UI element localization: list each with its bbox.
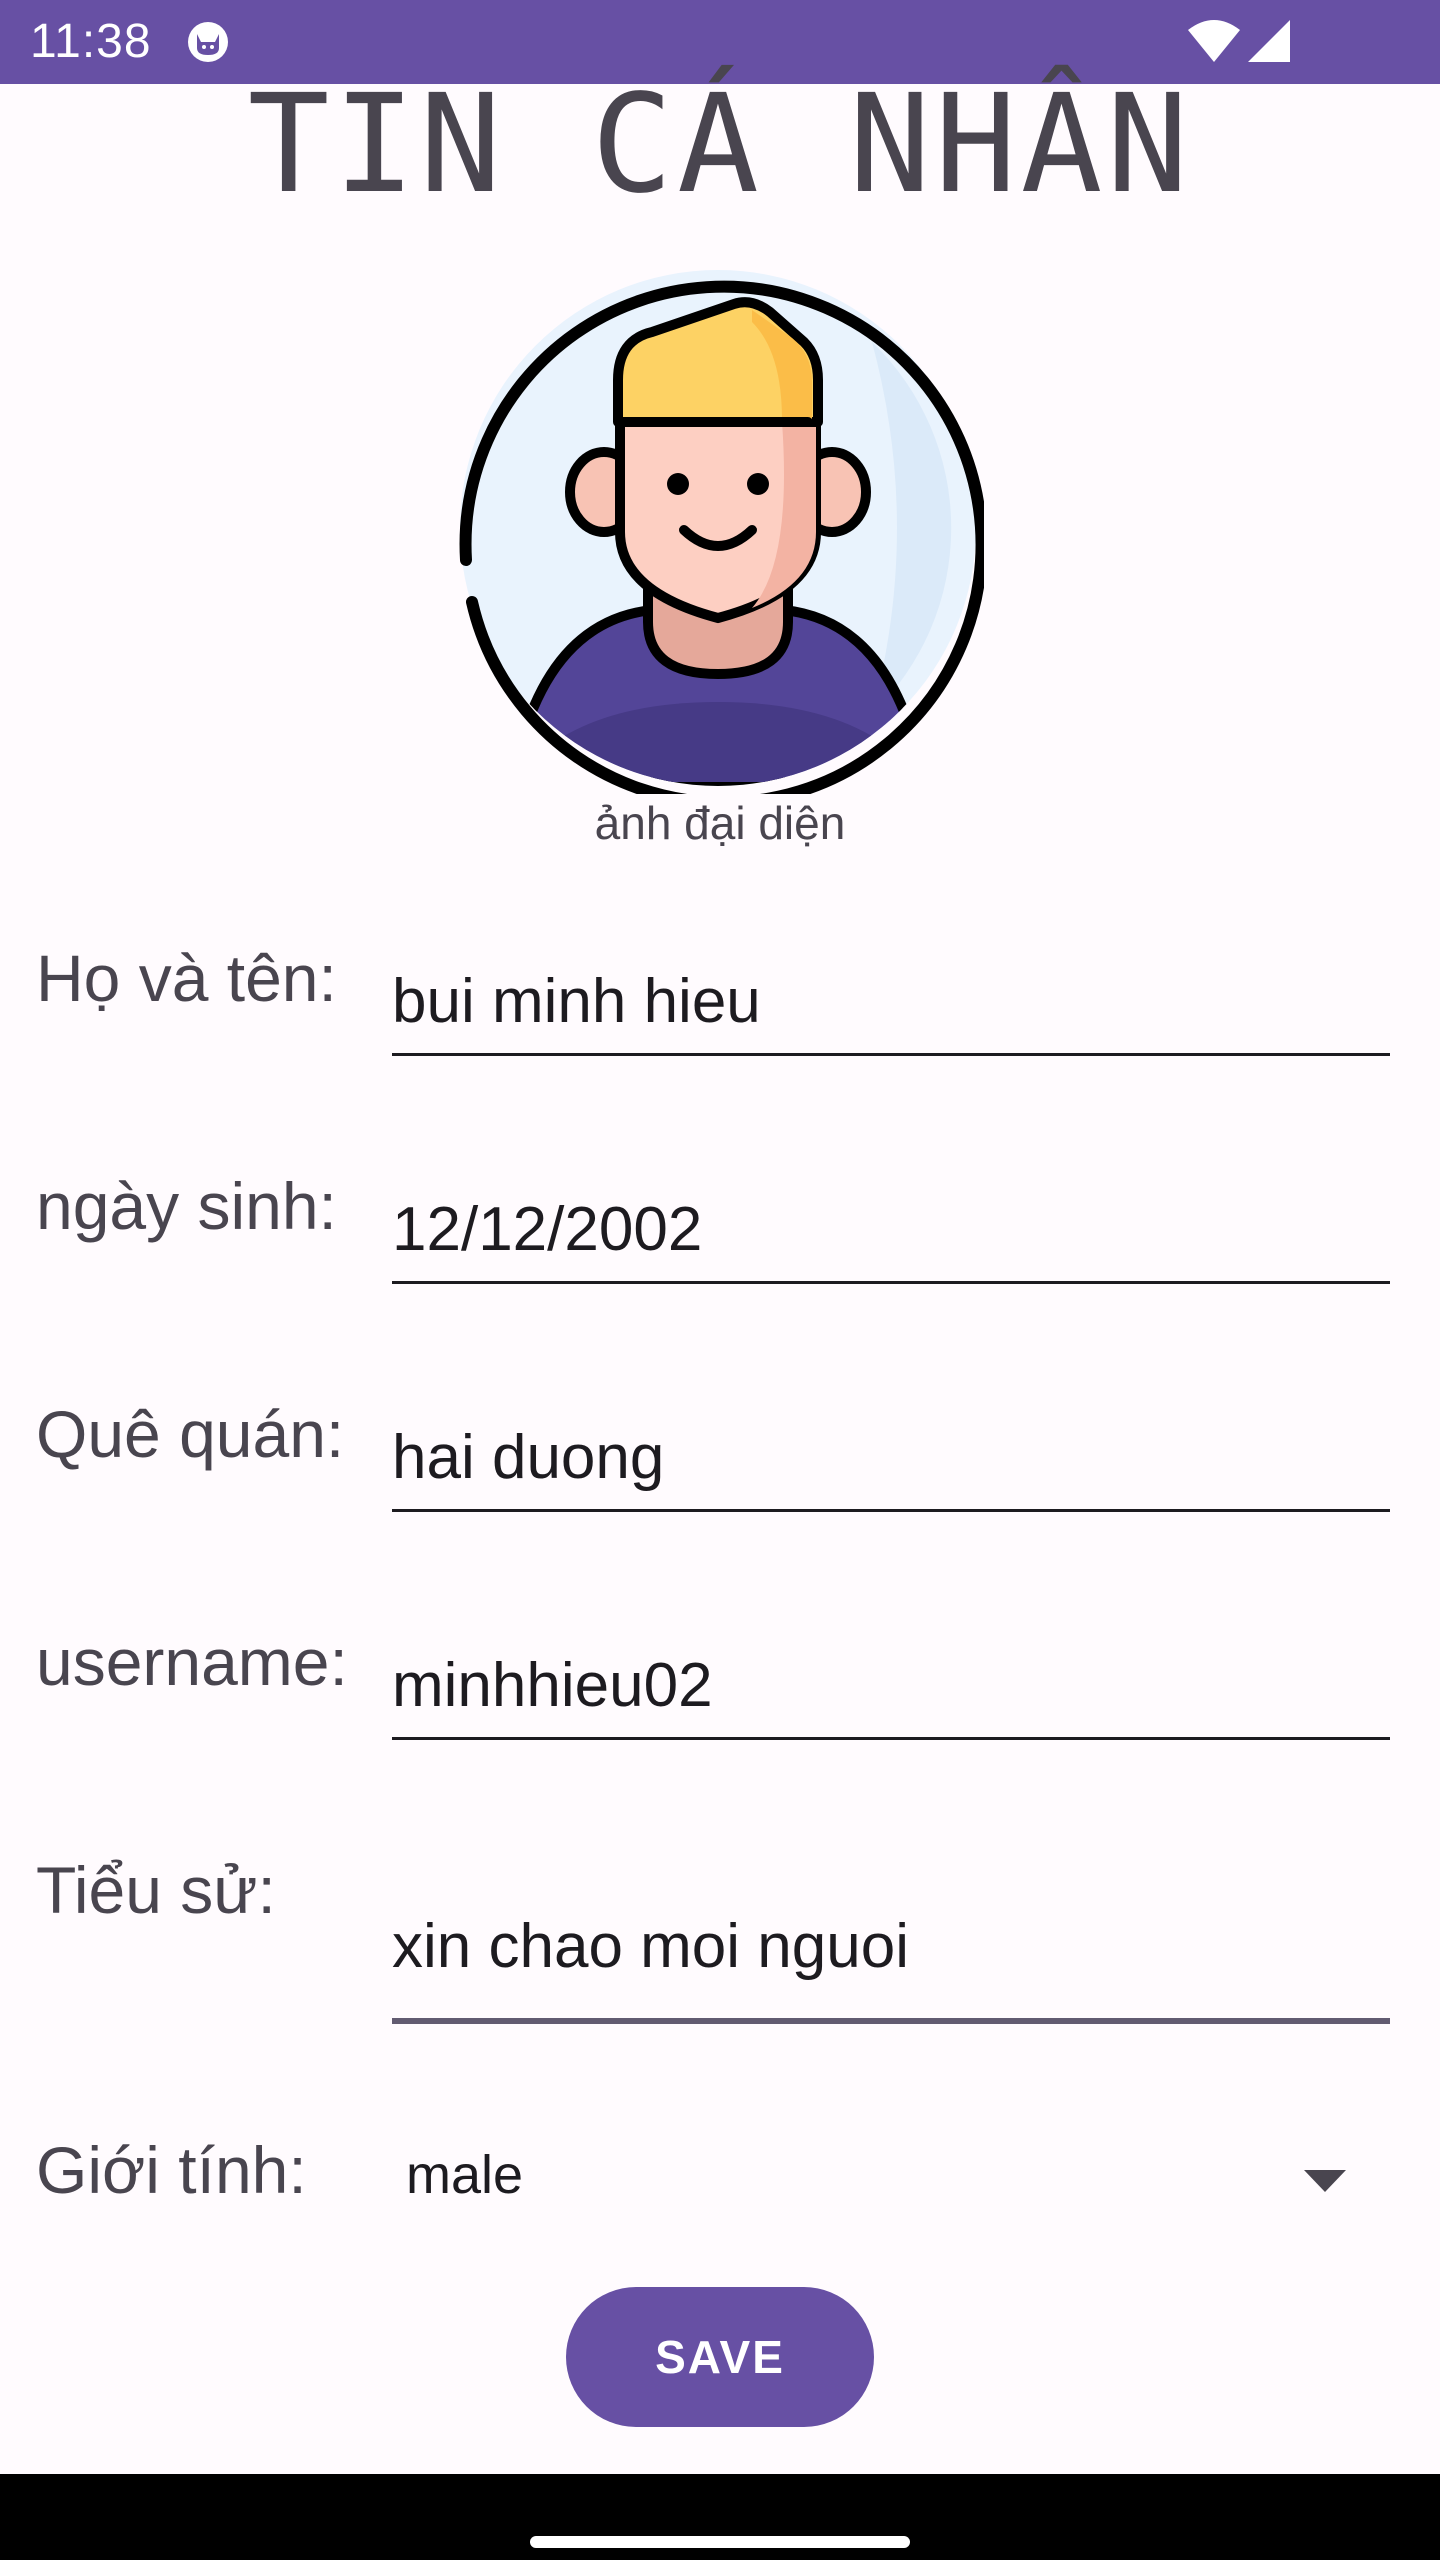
save-button[interactable]: SAVE — [566, 2287, 874, 2427]
cat-notification-icon — [188, 22, 228, 62]
gender-label: Giới tính: — [36, 2133, 307, 2207]
birthday-input[interactable] — [392, 1188, 1390, 1284]
wifi-icon — [1188, 20, 1240, 62]
signal-icon — [1248, 20, 1290, 62]
bio-input[interactable] — [392, 1898, 1390, 2024]
avatar-caption: ảnh đại diện — [594, 797, 846, 849]
bio-label: Tiểu sử: — [36, 1853, 276, 1927]
dropdown-arrow-icon — [1304, 2170, 1346, 2192]
gender-selected-value: male — [406, 2145, 524, 2205]
username-label: username: — [36, 1625, 348, 1699]
hometown-input[interactable] — [392, 1416, 1390, 1512]
birthday-label: ngày sinh: — [36, 1169, 337, 1243]
page-title: TIN CÁ NHÂN — [247, 66, 1193, 224]
username-input[interactable] — [392, 1644, 1390, 1740]
hometown-label: Quê quán: — [36, 1397, 345, 1471]
fullname-input[interactable] — [392, 960, 1390, 1056]
home-gesture-handle[interactable] — [530, 2536, 910, 2548]
male-avatar-icon[interactable] — [452, 262, 984, 794]
fullname-label: Họ và tên: — [36, 941, 337, 1015]
gender-dropdown[interactable]: male — [392, 2130, 1390, 2230]
screen: 11:38 TIN CÁ NHÂN ảnh đại diện Họ và tên… — [0, 0, 1440, 2560]
